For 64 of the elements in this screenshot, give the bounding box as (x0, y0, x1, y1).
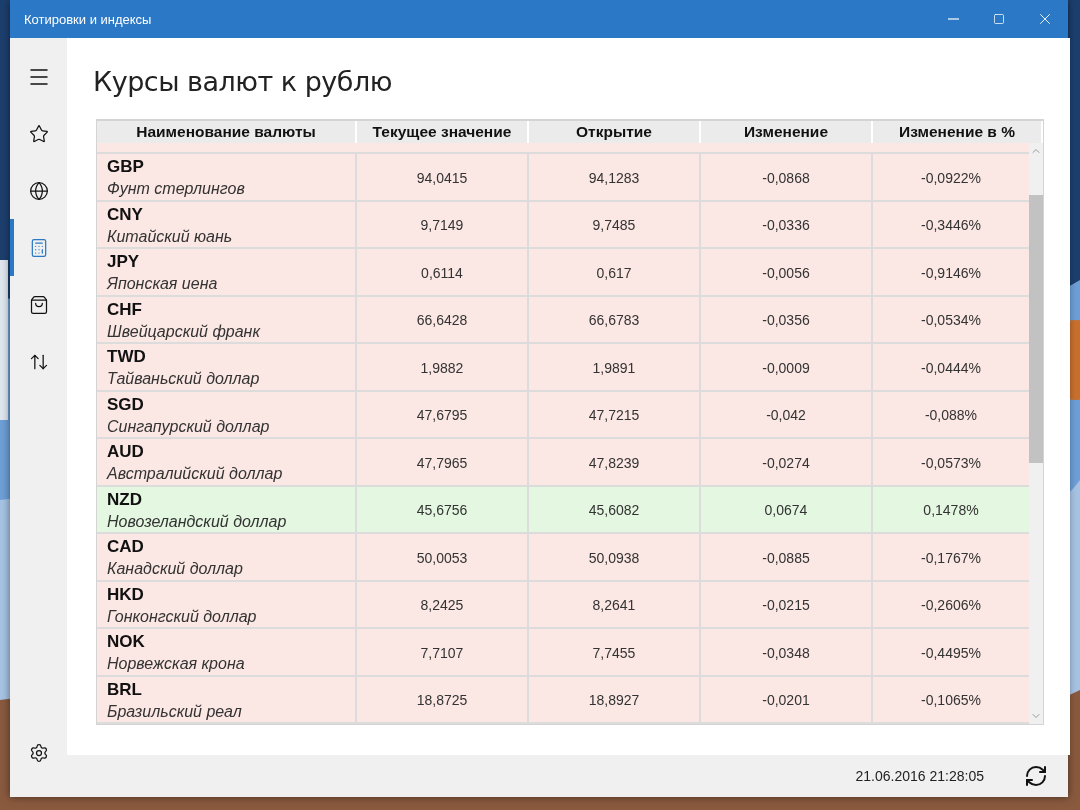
currency-name: Швейцарский франк (107, 322, 262, 341)
currency-code: HKD (107, 584, 145, 605)
table-cell-text: -0,0922% (920, 168, 982, 188)
currency-name: Канадский доллар (107, 560, 244, 578)
refresh-button[interactable] (1024, 764, 1048, 788)
scrollbar[interactable] (1029, 143, 1043, 724)
table-cell-text: -0,1065% (920, 691, 982, 710)
currency-code: SGD (107, 394, 145, 415)
currency-code: NZD (107, 489, 143, 510)
table-cell: 18,8927 (529, 676, 701, 724)
table-cell: 18,8725 (357, 676, 529, 724)
currency-code: NOK (107, 632, 146, 652)
table-cell-text: -0,0444% (920, 358, 982, 378)
table-cell-text: -0,4495% (920, 643, 982, 663)
minimize-icon (947, 18, 959, 20)
table-row[interactable]: SGD Сингапурский доллар 47,6795 47,7215 -0,042 -0,088% (97, 391, 1029, 439)
table-row[interactable]: GBP Фунт стерлингов 94,0415 94,1283 -0,0868 -0,0922% (97, 154, 1029, 202)
table-row[interactable]: HKD Гонконгский доллар 8,2425 8,2641 -0,0215 -0,2606% (97, 581, 1029, 629)
table-row[interactable]: CNY Китайский юань 9,7149 9,7485 -0,0336 -0,3446% (97, 201, 1029, 249)
table-cell-text: -0,0573% (920, 453, 982, 473)
currency-code: GBP (107, 157, 145, 177)
currency-code: CAD (107, 537, 145, 557)
table-cell-text: -0,3446% (920, 216, 982, 235)
table-row[interactable]: JPY Японская иена 0,6114 0,617 -0,0056 -0,9146% (97, 249, 1029, 297)
table-cell-text: -0,088% (923, 406, 979, 425)
table-row[interactable]: BRL Бразильский реал 18,8725 18,8927 -0,0201 -0,1065% (97, 676, 1029, 724)
currency-code: CHF (107, 299, 143, 320)
table-cell: -0,0201 (701, 676, 873, 724)
page-title: Курсы валют к рублю (93, 66, 393, 97)
currency-name: Австралийский доллар (107, 465, 284, 483)
table-row[interactable]: TWD Тайваньский доллар 1,9882 1,9891 -0,0009 -0,0444% (97, 344, 1029, 392)
currency-code: TWD (107, 347, 147, 367)
update-timestamp: 21.06.2016 21:28:05 (855, 768, 984, 784)
table-row[interactable]: AUD Австралийский доллар 47,7965 47,8239 -0,0274 -0,0573% (97, 439, 1029, 487)
maximize-icon (993, 13, 1005, 25)
currency-name: Бразильский реал (107, 702, 243, 721)
currency-code: BRL (107, 679, 143, 700)
currency-name: Новозеландский доллар (107, 512, 288, 531)
refresh-icon (1024, 764, 1048, 788)
currency-name: Фунт стерлингов (107, 180, 246, 198)
table-cell-text: 0,1478% (922, 501, 980, 520)
currency-code: JPY (107, 252, 141, 272)
star-icon (28, 123, 49, 144)
table-row[interactable]: NOK Норвежская крона 7,7107 7,7455 -0,0348 -0,4495% (97, 629, 1029, 677)
table-row[interactable]: NZD Новозеландский доллар 45,6756 45,6082 0,0674 0,1478% (97, 486, 1029, 534)
table-cell-text: -0,2606% (920, 596, 982, 615)
bag-icon (28, 294, 49, 315)
currency-name: Гонконгский доллар (107, 607, 258, 626)
currency-name: Тайваньский доллар (107, 370, 261, 388)
currency-code: AUD (107, 442, 145, 462)
table-row[interactable]: CHF Швейцарский франк 66,6428 66,6783 -0,0356 -0,0534% (97, 296, 1029, 344)
globe-icon (28, 180, 49, 201)
currency-name: Норвежская крона (107, 655, 246, 673)
currency-code: CNY (107, 204, 144, 225)
table-cell-text: -0,9146% (920, 263, 982, 283)
table-row[interactable]: CAD Канадский доллар 50,0053 50,0938 -0,0885 -0,1767% (97, 534, 1029, 582)
currency-name: Японская иена (107, 275, 219, 293)
window-title: Котировки и индексы (23, 11, 153, 27)
table-cell-text: -0,0534% (920, 311, 982, 330)
scrollbar-thumb[interactable] (1029, 195, 1043, 463)
settings-icon (28, 742, 49, 763)
table-cell-text: -0,1767% (920, 548, 982, 568)
currency-name: Сингапурский доллар (107, 417, 271, 436)
currency-name: Китайский юань (107, 227, 234, 246)
